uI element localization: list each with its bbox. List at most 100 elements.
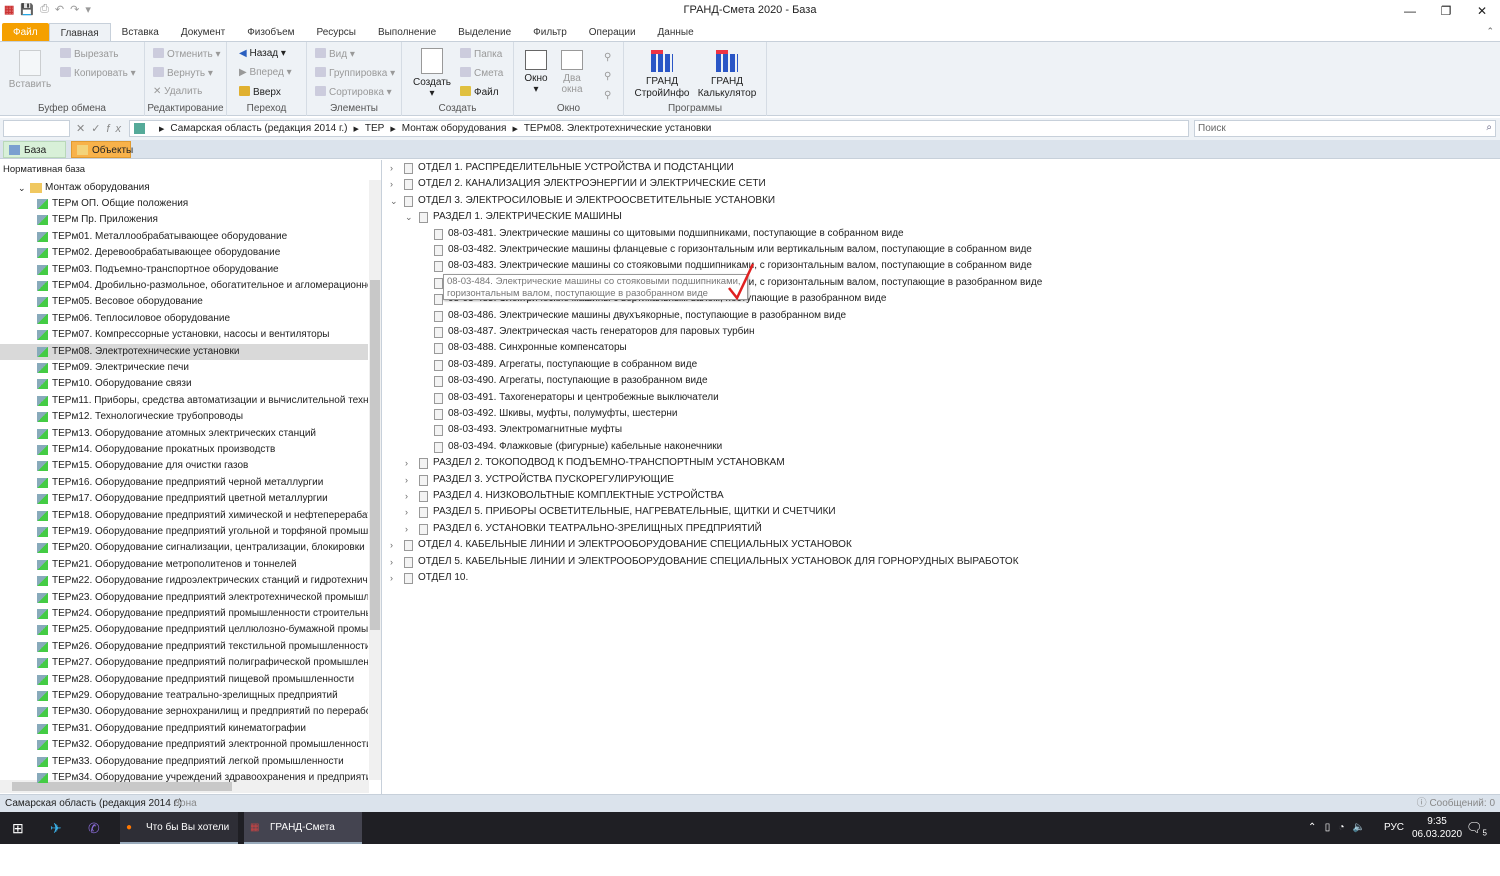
tree-node[interactable]: › ОТДЕЛ 10. (383, 570, 468, 586)
search-input[interactable]: Поиск ⌕ (1194, 120, 1496, 137)
collapse-icon[interactable]: ⌄ (18, 180, 26, 196)
breadcrumb-item[interactable]: Самарская область (редакция 2014 г.) (170, 123, 347, 134)
collapse-icon[interactable]: ⌄ (390, 193, 400, 209)
tree-node[interactable]: › РАЗДЕЛ 4. НИЗКОВОЛЬТНЫЕ КОМПЛЕКТНЫЕ УСТ… (383, 488, 724, 504)
tray-icons[interactable]: ⌃ ▯ ◔ 🔈 (1308, 812, 1365, 844)
tab-8[interactable]: Фильтр (522, 23, 578, 42)
sort-button[interactable]: Сортировка ▾ (315, 86, 392, 98)
breadcrumb-item[interactable]: Монтаж оборудования (402, 123, 507, 134)
telegram-icon[interactable]: ✈ (50, 812, 62, 844)
tree-item[interactable]: ТЕРм01. Металлообрабатывающее оборудован… (0, 229, 368, 245)
tree-item[interactable]: ТЕРм16. Оборудование предприятий черной … (0, 475, 368, 491)
zoom-icons[interactable]: ⚲ ⚲ ⚲ (604, 48, 611, 105)
tree-item[interactable]: ТЕРм11. Приборы, средства автоматизации … (0, 393, 368, 409)
tab-4[interactable]: Физобъем (236, 23, 305, 42)
tree-item[interactable]: ТЕРм23. Оборудование предприятий электро… (0, 590, 368, 606)
tree-node[interactable]: 08-03-483. Электрические машины со стояк… (383, 258, 1032, 274)
clock[interactable]: 9:35 06.03.2020 (1412, 815, 1462, 847)
cut-button[interactable]: Вырезать (60, 48, 118, 60)
up-button[interactable]: Вверх (239, 86, 281, 98)
expand-icon[interactable]: › (405, 521, 415, 537)
folder-button[interactable]: Папка (460, 48, 502, 60)
expand-icon[interactable]: › (405, 472, 415, 488)
tree-node[interactable]: › РАЗДЕЛ 2. ТОКОПОДВОД К ПОДЪЕМНО-ТРАНСПО… (383, 455, 785, 471)
tree-item[interactable]: ТЕРм13. Оборудование атомных электрическ… (0, 426, 368, 442)
tree-item[interactable]: ТЕРм09. Электрические печи (0, 360, 368, 376)
expand-icon[interactable]: › (390, 537, 400, 553)
tab-2[interactable]: Вставка (111, 23, 170, 42)
tab-7[interactable]: Выделение (447, 23, 522, 42)
tree-item[interactable]: ТЕРм06. Теплосиловое оборудование (0, 311, 368, 327)
tree-node[interactable]: 08-03-494. Флажковые (фигурные) кабельны… (383, 439, 722, 455)
viber-icon[interactable]: ✆ (88, 812, 100, 844)
taskbar-firefox[interactable]: ● Что бы Вы хотели ... (120, 812, 238, 865)
tab-1[interactable]: Главная (48, 23, 111, 42)
paste-button[interactable]: Вставить (8, 50, 52, 90)
delete-button[interactable]: ✕ Удалить (153, 86, 202, 97)
tree-item[interactable]: ТЕРм22. Оборудование гидроэлектрических … (0, 573, 368, 589)
tree-item[interactable]: ТЕРм03. Подъемно-транспортное оборудован… (0, 262, 368, 278)
tree-root[interactable]: ⌄ Монтаж оборудования (0, 180, 150, 196)
tree-node[interactable]: 08-03-482. Электрические машины фланцевы… (383, 242, 1032, 258)
create-button[interactable]: Создать ▾ (412, 48, 452, 99)
expand-icon[interactable]: › (405, 488, 415, 504)
tree-item[interactable]: ТЕРм14. Оборудование прокатных производс… (0, 442, 368, 458)
tree-node[interactable]: 08-03-481. Электрические машины со щитов… (383, 226, 904, 242)
tree-node[interactable]: 08-03-491. Тахогенераторы и центробежные… (383, 390, 719, 406)
collapse-icon[interactable]: ⌄ (405, 209, 415, 225)
tree-item[interactable]: ТЕРм20. Оборудование сигнализации, центр… (0, 540, 368, 556)
vertical-scrollbar[interactable] (369, 180, 381, 780)
breadcrumb-item[interactable]: ТЕРм08. Электротехнические установки (524, 123, 712, 134)
tree-item[interactable]: ТЕРм24. Оборудование предприятий промышл… (0, 606, 368, 622)
tree-item[interactable]: ТЕРм08. Электротехнические установки (0, 343, 368, 360)
tree-node[interactable]: › РАЗДЕЛ 3. УСТРОЙСТВА ПУСКОРЕГУЛИРУЮЩИЕ (383, 472, 674, 488)
back-button[interactable]: ◀ Назад ▾ (239, 48, 286, 59)
restore-button[interactable]: ❐ (1428, 0, 1464, 22)
tree-node[interactable]: ⌄ РАЗДЕЛ 1. ЭЛЕКТРИЧЕСКИЕ МАШИНЫ (383, 209, 622, 225)
notifications-icon[interactable]: 🗨5 (1466, 812, 1487, 844)
grand-stroyinfo-button[interactable]: ГРАНД СтройИнфо (632, 50, 692, 100)
tree-item[interactable]: ТЕРм27. Оборудование предприятий полигра… (0, 655, 368, 671)
expand-icon[interactable]: › (405, 504, 415, 520)
copy-button[interactable]: Копировать ▾ (60, 67, 136, 79)
tab-6[interactable]: Выполнение (367, 23, 447, 42)
estimate-button[interactable]: Смета (460, 67, 503, 79)
tab-base[interactable]: База (3, 141, 66, 158)
tree-node[interactable]: 08-03-489. Агрегаты, поступающие в собра… (383, 357, 697, 373)
tree-node[interactable]: 08-03-488. Синхронные компенсаторы (383, 340, 627, 356)
minimize-button[interactable]: — (1392, 0, 1428, 22)
tree-node[interactable]: › ОТДЕЛ 1. РАСПРЕДЕЛИТЕЛЬНЫЕ УСТРОЙСТВА И… (383, 160, 734, 176)
name-box[interactable] (3, 120, 70, 137)
tree-node[interactable]: ⌄ ОТДЕЛ 3. ЭЛЕКТРОСИЛОВЫЕ И ЭЛЕКТРООСВЕТИ… (383, 193, 775, 209)
tree-item[interactable]: ТЕРм18. Оборудование предприятий химичес… (0, 508, 368, 524)
tree-node[interactable]: › ОТДЕЛ 5. КАБЕЛЬНЫЕ ЛИНИИ И ЭЛЕКТРООБОРУ… (383, 554, 1019, 570)
tree-item[interactable]: ТЕРм34. Оборудование учреждений здравоох… (0, 770, 368, 786)
tree-item[interactable]: ТЕРм19. Оборудование предприятий угольно… (0, 524, 368, 540)
tree-item[interactable]: ТЕРм05. Весовое оборудование (0, 294, 368, 310)
expand-icon[interactable]: › (405, 455, 415, 471)
language-indicator[interactable]: РУС (1384, 812, 1404, 844)
tab-0[interactable]: Файл (2, 23, 49, 42)
tree-item[interactable]: ТЕРм ОП. Общие положения (0, 196, 368, 212)
tree-item[interactable]: ТЕРм17. Оборудование предприятий цветной… (0, 491, 368, 507)
breadcrumb-item[interactable]: ТЕР (365, 123, 384, 134)
view-button[interactable]: Вид ▾ (315, 48, 355, 60)
collapse-ribbon-icon[interactable]: ⌃ (1486, 26, 1494, 37)
tree-item[interactable]: ТЕРм21. Оборудование метрополитенов и то… (0, 557, 368, 573)
tree-item[interactable]: ТЕРм28. Оборудование предприятий пищевой… (0, 672, 368, 688)
grand-calculator-button[interactable]: ГРАНД Калькулятор (696, 50, 758, 100)
tree-node[interactable]: › РАЗДЕЛ 5. ПРИБОРЫ ОСВЕТИТЕЛЬНЫЕ, НАГРЕВ… (383, 504, 836, 520)
tree-node[interactable]: 08-03-486. Электрические машины двухъяко… (383, 308, 846, 324)
tree-node[interactable]: › ОТДЕЛ 2. КАНАЛИЗАЦИЯ ЭЛЕКТРОЭНЕРГИИ И Э… (383, 176, 766, 192)
tree-item[interactable]: ТЕРм Пр. Приложения (0, 212, 368, 228)
tree-item[interactable]: ТЕРм25. Оборудование предприятий целлюло… (0, 622, 368, 638)
tree-node[interactable]: 08-03-492. Шкивы, муфты, полумуфты, шест… (383, 406, 678, 422)
tree-item[interactable]: ТЕРм15. Оборудование для очистки газов (0, 458, 368, 474)
status-messages[interactable]: ⓘ Сообщений: 0 (1417, 795, 1495, 812)
expand-icon[interactable]: › (390, 160, 400, 176)
tree-item[interactable]: ТЕРм02. Деревообрабатывающее оборудовани… (0, 245, 368, 261)
tree-item[interactable]: ТЕРм26. Оборудование предприятий текстил… (0, 639, 368, 655)
expand-icon[interactable]: › (390, 554, 400, 570)
tree-node[interactable]: 08-03-487. Электрическая часть генератор… (383, 324, 755, 340)
redo-button[interactable]: Вернуть ▾ (153, 67, 213, 79)
